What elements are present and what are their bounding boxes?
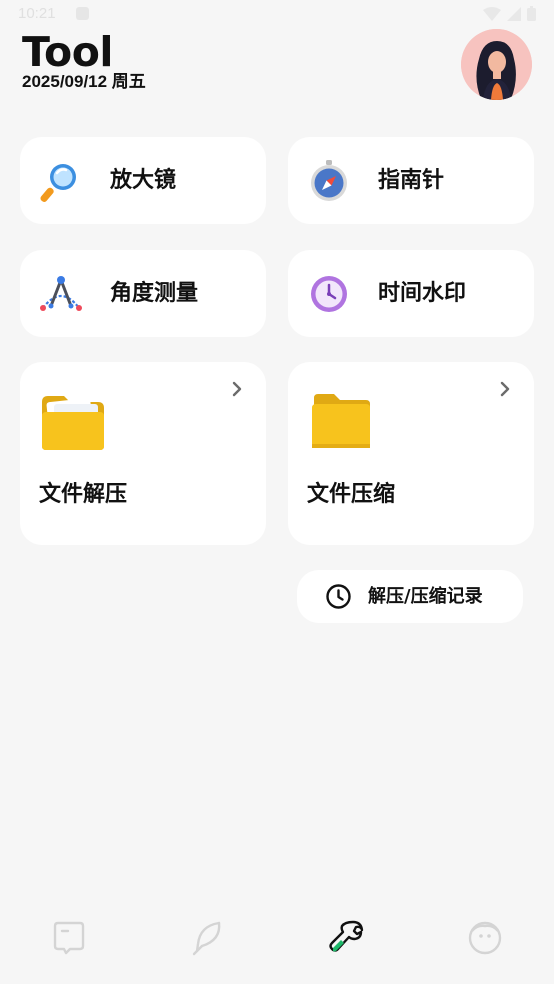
history-label: 解压/压缩记录 <box>368 586 483 607</box>
compass-card[interactable]: 指南针 <box>288 137 534 224</box>
angle-measure-card[interactable]: 角度测量 <box>20 250 266 337</box>
magnifier-label: 放大镜 <box>110 168 177 193</box>
wifi-icon <box>483 6 501 21</box>
compass-label: 指南针 <box>378 168 445 193</box>
notification-icon <box>76 7 89 20</box>
feather-icon[interactable] <box>188 918 228 958</box>
magnifier-card[interactable]: 放大镜 <box>20 137 266 224</box>
status-bar: 10:21 <box>0 0 554 30</box>
bottom-nav <box>0 900 554 984</box>
clock-watermark-icon <box>311 276 347 312</box>
angle-measure-label: 角度测量 <box>110 281 199 306</box>
time-watermark-card[interactable]: 时间水印 <box>288 250 534 337</box>
decompress-label: 文件解压 <box>39 482 128 507</box>
folder-icon <box>312 394 370 448</box>
chat-bubble-icon[interactable] <box>49 918 89 958</box>
battery-icon <box>527 6 536 21</box>
chevron-right-icon <box>232 381 242 397</box>
compass-icon <box>311 160 347 201</box>
clock-icon <box>326 584 351 609</box>
decompress-card[interactable]: 文件解压 <box>20 362 266 545</box>
date-label: 2025/09/12 周五 <box>22 72 146 91</box>
time-watermark-label: 时间水印 <box>378 281 467 306</box>
wrench-icon[interactable] <box>326 918 366 958</box>
open-folder-icon <box>42 396 104 450</box>
status-icons <box>483 6 536 21</box>
history-button[interactable]: 解压/压缩记录 <box>297 570 523 623</box>
compress-card[interactable]: 文件压缩 <box>288 362 534 545</box>
protractor-icon <box>40 276 82 311</box>
avatar[interactable] <box>461 29 532 100</box>
page-title: Tool <box>22 28 113 76</box>
signal-icon <box>507 6 521 21</box>
tool-screen: 10:21 Tool 2025/09/12 周五 放大镜 指南针 角度测量 时间… <box>0 0 554 984</box>
face-icon[interactable] <box>465 918 505 958</box>
compress-label: 文件压缩 <box>307 482 396 507</box>
status-time: 10:21 <box>18 5 56 22</box>
magnifier-icon <box>40 164 76 203</box>
avatar-illustration <box>461 29 532 100</box>
chevron-right-icon <box>500 381 510 397</box>
